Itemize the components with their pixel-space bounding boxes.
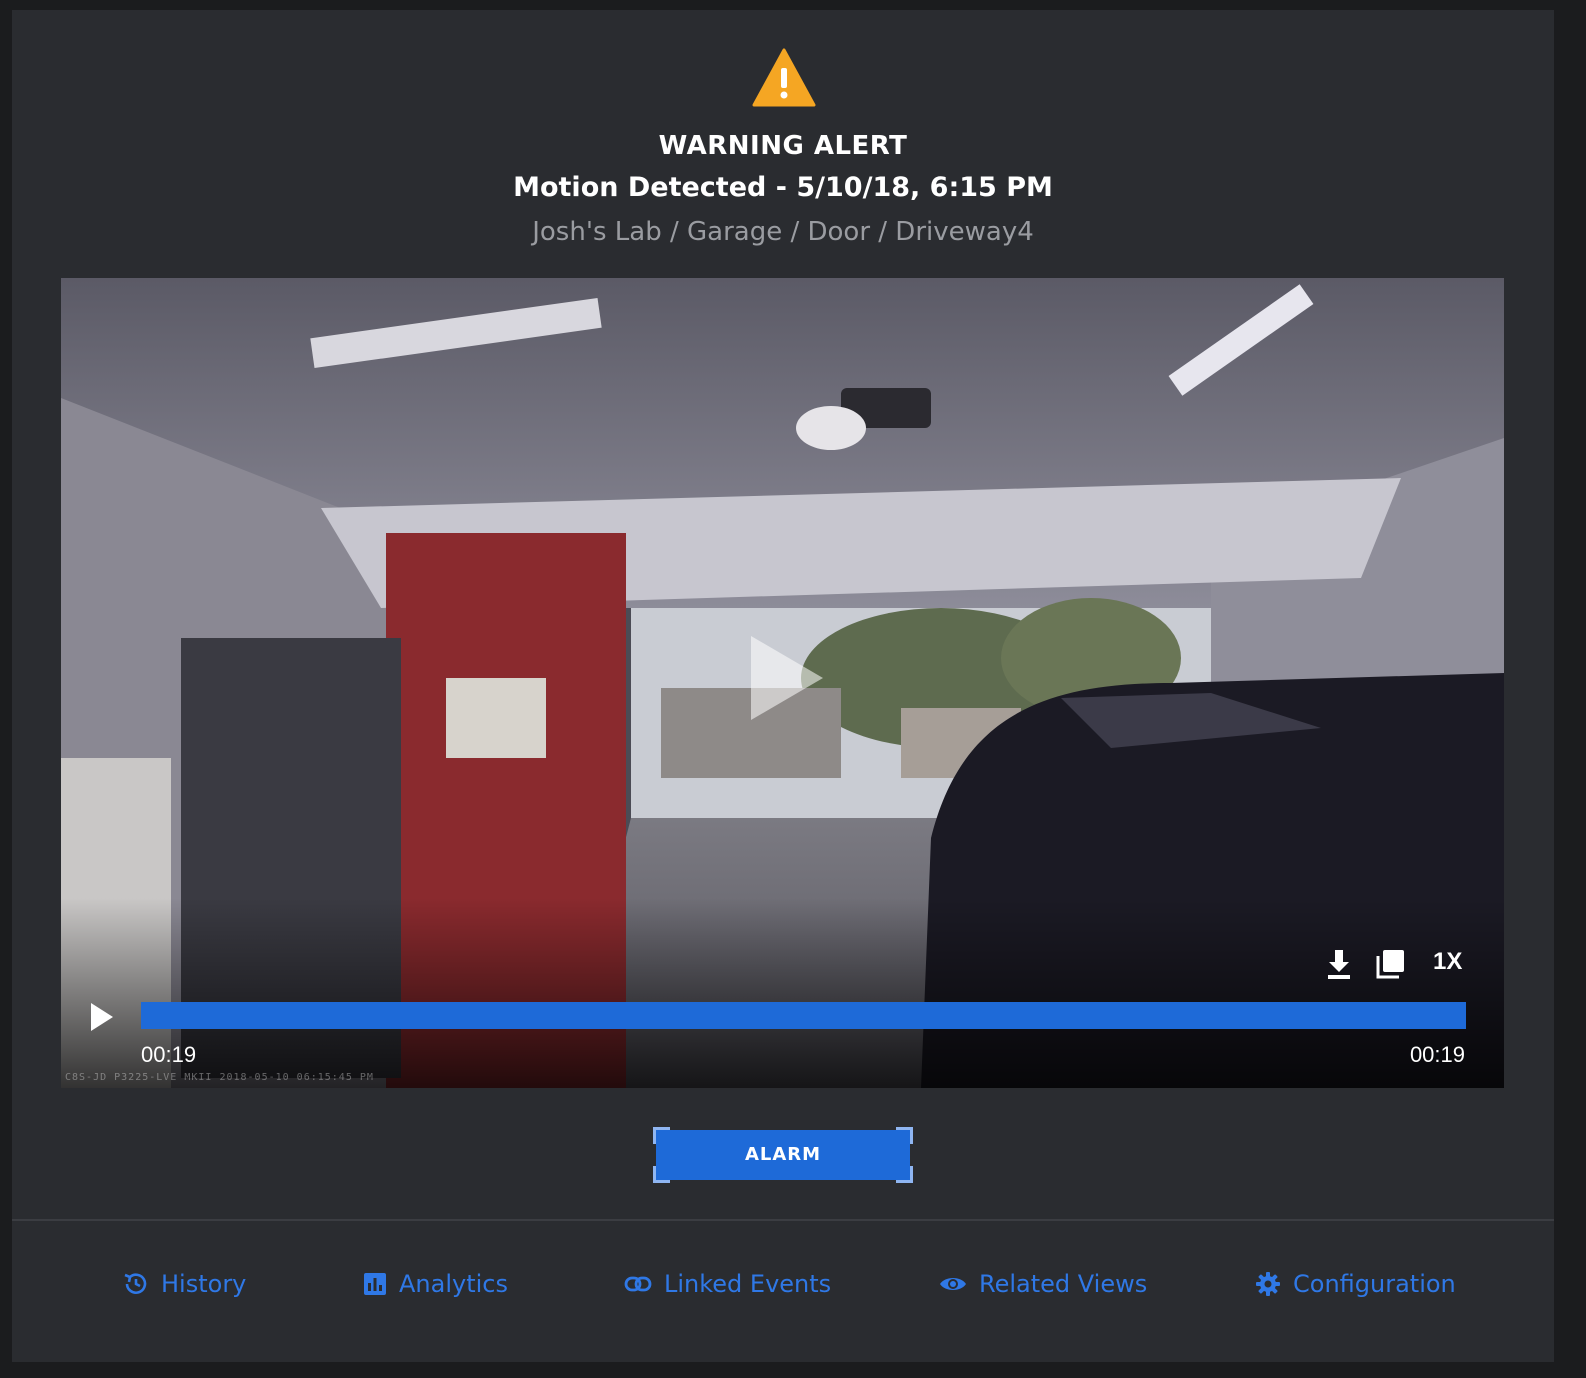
clips-icon[interactable]	[1376, 948, 1406, 980]
alert-location-breadcrumb: Josh's Lab / Garage / Door / Driveway4	[532, 217, 1034, 247]
alert-title: Motion Detected - 5/10/18, 6:15 PM	[513, 172, 1053, 203]
nav-history[interactable]: History	[123, 1264, 246, 1304]
alarm-button-label: ALARM	[744, 1144, 822, 1165]
analytics-icon	[364, 1273, 386, 1295]
link-icon	[624, 1276, 652, 1292]
total-duration: 00:19	[1409, 1042, 1465, 1067]
current-time: 00:19	[141, 1042, 197, 1067]
footer-nav: History Analytics Linked Events Related …	[12, 1264, 1554, 1304]
camera-timestamp-overlay: C8S-JD P3225-LVE MKII 2018-05-10 06:15:4…	[65, 1072, 374, 1083]
nav-analytics-label: Analytics	[399, 1270, 508, 1298]
playback-speed-button[interactable]: 1X	[1433, 948, 1462, 976]
nav-analytics[interactable]: Analytics	[363, 1264, 508, 1304]
nav-related-views[interactable]: Related Views	[939, 1264, 1147, 1304]
footer-divider	[12, 1219, 1554, 1221]
alarm-button[interactable]: ALARM	[653, 1127, 913, 1183]
play-button[interactable]	[91, 1003, 113, 1031]
video-player[interactable]: 1X 00:19 00:19 C8S-JD P3225-LVE MKII 201…	[61, 278, 1504, 1088]
center-play-overlay-icon[interactable]	[751, 636, 823, 720]
download-icon[interactable]	[1325, 948, 1353, 980]
progress-bar[interactable]	[141, 1002, 1466, 1029]
nav-configuration-label: Configuration	[1293, 1270, 1456, 1298]
alert-panel: WARNING ALERT Motion Detected - 5/10/18,…	[12, 10, 1554, 1362]
alert-level-heading: WARNING ALERT	[658, 131, 908, 161]
nav-linked-events-label: Linked Events	[664, 1270, 832, 1298]
nav-configuration[interactable]: Configuration	[1255, 1264, 1456, 1304]
nav-history-label: History	[161, 1270, 247, 1298]
nav-related-views-label: Related Views	[979, 1270, 1148, 1298]
eye-icon	[940, 1278, 966, 1290]
history-icon	[124, 1273, 147, 1294]
nav-linked-events[interactable]: Linked Events	[624, 1264, 831, 1304]
gear-icon	[1256, 1272, 1280, 1296]
warning-triangle-icon	[752, 48, 816, 107]
